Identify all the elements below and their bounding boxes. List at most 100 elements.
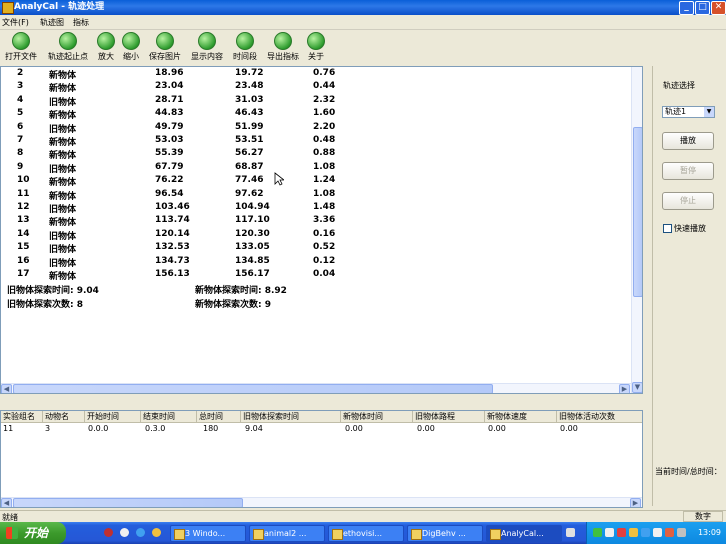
col-header-animal[interactable]: 动物名 — [43, 411, 85, 422]
tray-icon[interactable] — [629, 528, 638, 537]
taskbar-item[interactable]: DigBehv ... — [407, 525, 483, 542]
time-segment-button[interactable]: 时间段 — [231, 32, 259, 62]
taskbar-item-label: AnalyCal... — [501, 529, 544, 538]
table-horizontal-scrollbar[interactable]: ◀ ▶ — [1, 497, 642, 507]
mouse-cursor-icon — [274, 172, 284, 186]
result-cell: 1.48 — [313, 202, 336, 212]
zoom-in-button[interactable]: 放大 — [96, 32, 116, 62]
taskbar-item[interactable]: 3 Windo... — [170, 525, 246, 542]
result-cell: 旧物体 — [49, 124, 77, 135]
result-cell: 55.39 — [155, 148, 184, 159]
pause-button[interactable]: 暂停 — [662, 162, 714, 180]
col-header-group[interactable]: 实验组名 — [1, 411, 43, 422]
trajectory-select-label: 轨迹选择 — [663, 81, 695, 90]
table-cell: 0.3.0 — [145, 424, 166, 433]
tray-icon[interactable] — [665, 528, 674, 537]
col-header-start[interactable]: 开始时间 — [85, 411, 141, 422]
results-text-panel[interactable]: 2 新物体 18.96 19.72 0.76 3 新物体 23.04 23.48 0.44 4 旧物体… — [0, 66, 643, 394]
about-button[interactable]: 关于 — [306, 32, 326, 62]
result-cell: 新物体 — [49, 191, 77, 202]
stop-button[interactable]: 停止 — [662, 192, 714, 210]
trajectory-endpoints-button[interactable]: 轨迹起止点 — [46, 32, 90, 62]
result-row: 12 旧物体 103.46 104.94 1.48 — [1, 202, 621, 215]
scroll-right-button[interactable]: ▶ — [619, 384, 630, 393]
result-cell: 67.79 — [155, 161, 184, 172]
horizontal-scroll-thumb[interactable] — [13, 384, 493, 393]
table-scroll-right-button[interactable]: ▶ — [630, 498, 641, 507]
close-button[interactable]: ✕ — [711, 1, 726, 15]
result-cell: 12 — [17, 202, 30, 212]
result-cell: 1.24 — [313, 175, 336, 186]
horizontal-scrollbar[interactable]: ◀ ▶ — [1, 383, 631, 393]
result-cell: 旧物体 — [49, 205, 77, 215]
result-cell: 0.76 — [313, 68, 336, 78]
quicklaunch-icon[interactable] — [152, 528, 161, 537]
tools-icon — [236, 32, 254, 50]
result-row: 8 新物体 55.39 56.27 0.88 — [1, 148, 621, 161]
menu-trajectory[interactable]: 轨迹图 — [40, 17, 64, 28]
play-button[interactable]: 播放 — [662, 132, 714, 150]
menu-metrics[interactable]: 指标 — [73, 17, 89, 28]
result-cell: 新物体 — [49, 71, 77, 81]
tray-icon[interactable] — [617, 528, 626, 537]
volume-icon[interactable] — [677, 528, 686, 537]
taskbar-item-label: animal2 ... — [264, 529, 307, 538]
scroll-down-button[interactable]: ▼ — [632, 382, 642, 393]
vertical-scrollbar[interactable]: ▼ — [631, 67, 642, 393]
tray-icon[interactable] — [605, 528, 614, 537]
start-label: 开始 — [24, 526, 49, 540]
result-row: 2 新物体 18.96 19.72 0.76 — [1, 68, 621, 81]
quicklaunch-icon[interactable] — [136, 528, 145, 537]
result-cell: 1.60 — [313, 108, 336, 119]
result-cell: 8 — [17, 148, 24, 159]
save-image-button[interactable]: 保存图片 — [147, 32, 183, 62]
maximize-button[interactable]: □ — [695, 1, 710, 15]
windows-logo-icon — [6, 527, 18, 539]
trajectory-select[interactable]: 轨迹1 ▼ — [662, 106, 715, 118]
col-header-old-distance[interactable]: 旧物体路程 — [413, 411, 485, 422]
result-cell: 31.03 — [235, 94, 264, 105]
result-cell: 23.48 — [235, 81, 264, 92]
col-header-new-time[interactable]: 新物体时间 — [341, 411, 413, 422]
col-header-old-explore[interactable]: 旧物体探索时间 — [241, 411, 341, 422]
table-scroll-left-button[interactable]: ◀ — [1, 498, 12, 507]
taskbar-item[interactable]: ethovisi... — [328, 525, 404, 542]
vertical-scroll-thumb[interactable] — [633, 127, 642, 297]
scroll-left-button[interactable]: ◀ — [1, 384, 12, 393]
taskbar-item[interactable]: animal2 ... — [249, 525, 325, 542]
fast-play-checkbox[interactable] — [663, 224, 672, 233]
chevron-down-icon[interactable]: ▼ — [704, 107, 714, 117]
col-header-end[interactable]: 结束时间 — [141, 411, 197, 422]
start-button[interactable]: 开始 — [0, 522, 66, 544]
result-cell: 16 — [17, 255, 30, 266]
table-cell: 180 — [203, 424, 219, 433]
tray-icon[interactable] — [653, 528, 662, 537]
quicklaunch-icon[interactable] — [104, 528, 113, 537]
col-header-new-speed[interactable]: 新物体速度 — [485, 411, 557, 422]
result-cell: 11 — [17, 188, 30, 199]
export-metrics-button[interactable]: 导出指标 — [265, 32, 301, 62]
open-file-button[interactable]: 打开文件 — [4, 32, 38, 62]
result-cell: 13 — [17, 215, 30, 226]
table-scroll-thumb[interactable] — [13, 498, 243, 507]
result-cell: 新物体 — [49, 111, 77, 122]
folder-icon — [174, 529, 185, 540]
quicklaunch-icon[interactable] — [120, 528, 129, 537]
language-icon[interactable] — [566, 528, 575, 537]
menu-file[interactable]: 文件(F) — [2, 17, 29, 28]
result-cell: 7 — [17, 135, 24, 145]
result-row: 4 旧物体 28.71 31.03 2.32 — [1, 95, 621, 108]
system-tray: 13:09 — [586, 522, 726, 544]
minimize-button[interactable]: _ — [679, 1, 694, 15]
result-cell: 134.85 — [235, 255, 270, 266]
col-header-total[interactable]: 总时间 — [197, 411, 241, 422]
taskbar-item-active[interactable]: AnalyCal... — [486, 525, 562, 542]
result-cell: 96.54 — [155, 188, 184, 199]
app-icon — [253, 529, 264, 540]
tray-icon[interactable] — [593, 528, 602, 537]
zoom-out-button[interactable]: 缩小 — [121, 32, 141, 62]
col-header-old-activity[interactable]: 旧物体活动次数 — [557, 411, 642, 422]
result-cell: 2 — [17, 68, 24, 78]
show-content-button[interactable]: 显示内容 — [189, 32, 225, 62]
tray-icon[interactable] — [641, 528, 650, 537]
